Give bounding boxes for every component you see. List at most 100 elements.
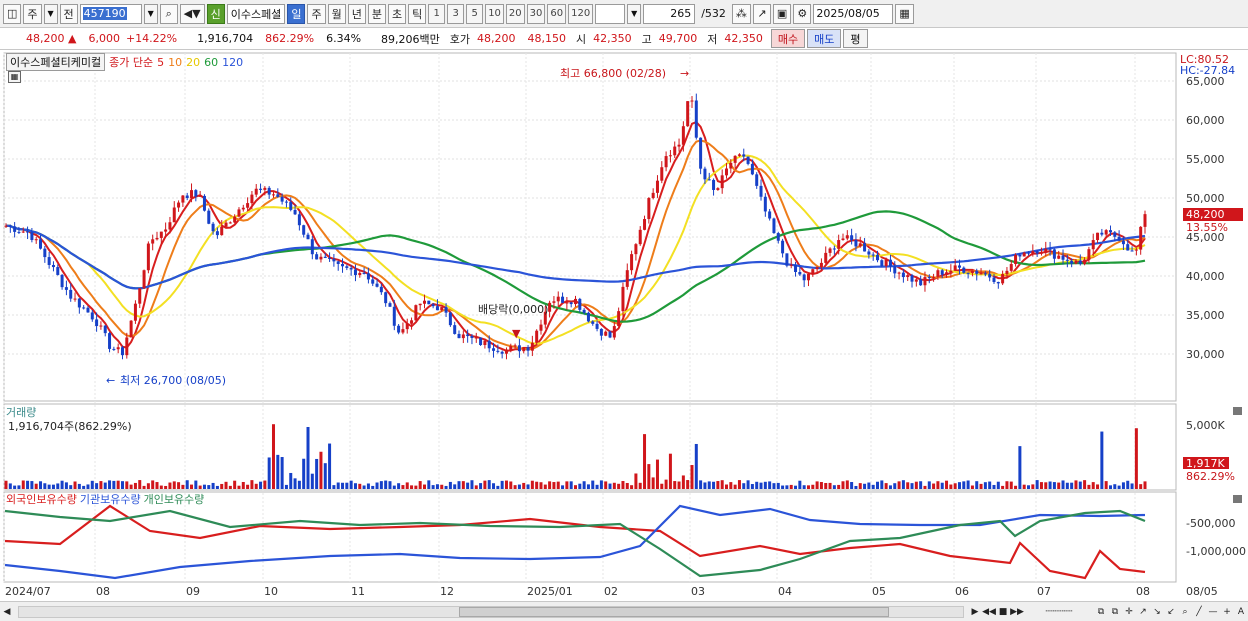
stop-icon[interactable]: ■ [996, 605, 1010, 619]
trend-icon[interactable]: ↘ [1150, 605, 1164, 619]
layout-icon[interactable]: ⧉ [1108, 605, 1122, 619]
font-size-icon[interactable]: A [1234, 605, 1248, 619]
candle-body [427, 300, 431, 305]
candle-body [1091, 240, 1095, 250]
interval-button[interactable]: 20 [505, 3, 525, 24]
candle-body [712, 179, 716, 190]
period-second-tab[interactable]: 초 [387, 3, 407, 24]
close-panel-icon[interactable] [1233, 407, 1242, 415]
candle-body [720, 175, 724, 189]
chart-stock-name[interactable]: 이수스페셜티케미컬 [6, 53, 106, 71]
stock-code-input[interactable]: 457190 [79, 3, 142, 24]
sell-button[interactable]: 매도 [807, 29, 842, 48]
candle-body [492, 348, 496, 351]
interval-button[interactable]: 120 [568, 3, 594, 24]
gear-icon[interactable]: ⚙ [793, 3, 812, 24]
scroll-thumb[interactable] [459, 606, 889, 617]
volume-bar [884, 483, 888, 489]
chevron-down-icon[interactable]: ▼ [43, 3, 58, 24]
line-tool-icon[interactable]: ╱ [1192, 605, 1206, 619]
stock-chart[interactable]: 65,00060,00055,00050,00045,00040,00035,0… [0, 51, 1248, 621]
eval-button[interactable]: 평 [843, 29, 868, 48]
candle-body [280, 196, 284, 202]
candle-body [133, 303, 137, 321]
candle-body [474, 337, 478, 339]
new-listing-badge[interactable]: 신 [206, 3, 225, 24]
volume-bar [772, 483, 776, 489]
period-tick-tab[interactable]: 틱 [408, 3, 427, 24]
ma-10-label[interactable]: 10 [168, 56, 182, 69]
date-input[interactable]: 2025/08/05 [813, 3, 894, 24]
volume-bar [1048, 481, 1052, 489]
speaker-icon[interactable]: ◀▼ [179, 3, 205, 24]
trend-icon[interactable]: ↗ [1136, 605, 1150, 619]
interval-button[interactable]: 1 [428, 3, 446, 24]
period-day-tab[interactable]: 일 [287, 3, 306, 24]
rewind-icon[interactable]: ◀◀ [982, 605, 996, 619]
fast-forward-icon[interactable]: ▶▶ [1010, 605, 1024, 619]
zoom-slider-icon[interactable]: ┄┄┄┄┄ [1024, 605, 1094, 619]
data-count-input[interactable]: 265 [643, 3, 696, 24]
interval-button[interactable]: 10 [485, 3, 504, 24]
buy-button[interactable]: 매수 [770, 29, 806, 48]
close-panel-icon[interactable] [1233, 495, 1242, 503]
volume-bar [1104, 481, 1108, 489]
volume-bar [893, 483, 897, 489]
ma-60-label[interactable]: 60 [204, 56, 218, 69]
candle-body [1057, 255, 1061, 259]
interval-button[interactable]: 30 [526, 3, 546, 24]
interval-button[interactable]: 5 [466, 3, 484, 24]
layout-icon[interactable]: ⧉ [1094, 605, 1108, 619]
volume-bar [51, 484, 55, 489]
candle-body [1065, 259, 1069, 261]
ma-120-label[interactable]: 120 [222, 56, 243, 69]
price-tick-label: 55,000 [1186, 153, 1225, 166]
ma-title[interactable]: 종가 단순 [109, 54, 153, 70]
chevron-down-icon[interactable]: ▼ [627, 3, 642, 24]
ma-20-label[interactable]: 20 [186, 56, 200, 69]
volume-bar [401, 485, 405, 489]
period-year-tab[interactable]: 년 [347, 3, 366, 24]
volume-bar [819, 482, 823, 489]
interval-button[interactable]: 3 [447, 3, 465, 24]
market-type-button[interactable]: 주 [23, 3, 42, 24]
search-icon[interactable]: ⌕ [159, 3, 178, 24]
candle-body [306, 234, 310, 240]
zoom-in-icon[interactable]: + [1220, 605, 1234, 619]
ma-5-label[interactable]: 5 [157, 56, 164, 69]
scroll-track[interactable] [18, 605, 964, 618]
chevron-down-icon[interactable]: ▼ [143, 3, 158, 24]
price-tick-label: 60,000 [1186, 114, 1225, 127]
chart-tool-icon[interactable]: ⁂ [731, 3, 751, 24]
draw-tool-icon[interactable]: ↗ [752, 3, 771, 24]
institution-holdings-label[interactable]: 기관보유수량 [80, 491, 141, 507]
individual-holdings-label[interactable]: 개인보유수량 [144, 491, 205, 507]
volume-bar [565, 481, 569, 489]
candle-body [315, 254, 319, 260]
candle-body [893, 266, 897, 274]
save-icon[interactable]: ▣ [772, 3, 792, 24]
scroll-left-icon[interactable]: ◀ [0, 605, 14, 619]
period-month-tab[interactable]: 월 [327, 3, 346, 24]
table-icon[interactable]: ▦ [8, 71, 21, 83]
period-minute-tab[interactable]: 분 [367, 3, 386, 24]
all-button[interactable]: 전 [59, 3, 78, 24]
crosshair-icon[interactable]: ✛ [1122, 605, 1136, 619]
calendar-icon[interactable]: ▦ [895, 3, 914, 24]
candle-body [56, 267, 60, 275]
line-tool-icon[interactable]: ↙ [1164, 605, 1178, 619]
chart-scrollbar[interactable]: ◀ ▶ ◀◀ ■ ▶▶ ┄┄┄┄┄ ⧉ ⧉ ✛ ↗ ↘ ↙ ⌕ ╱ — + A [0, 601, 1248, 621]
period-week-tab[interactable]: 주 [307, 3, 326, 24]
interval-button[interactable]: 60 [547, 3, 567, 24]
zoom-out-icon[interactable]: — [1206, 605, 1220, 619]
search-icon[interactable]: ⌕ [1178, 605, 1192, 619]
window-icon[interactable]: ◫ [3, 3, 22, 24]
foreign-holdings-label[interactable]: 외국인보유수량 [6, 491, 77, 507]
volume-bar [302, 458, 306, 489]
volume-bar [876, 481, 880, 489]
candle-body [379, 286, 383, 293]
play-icon[interactable]: ▶ [968, 605, 982, 619]
candle-body [289, 202, 293, 210]
candle-body [1031, 251, 1035, 254]
interval-custom-input[interactable] [595, 3, 626, 24]
